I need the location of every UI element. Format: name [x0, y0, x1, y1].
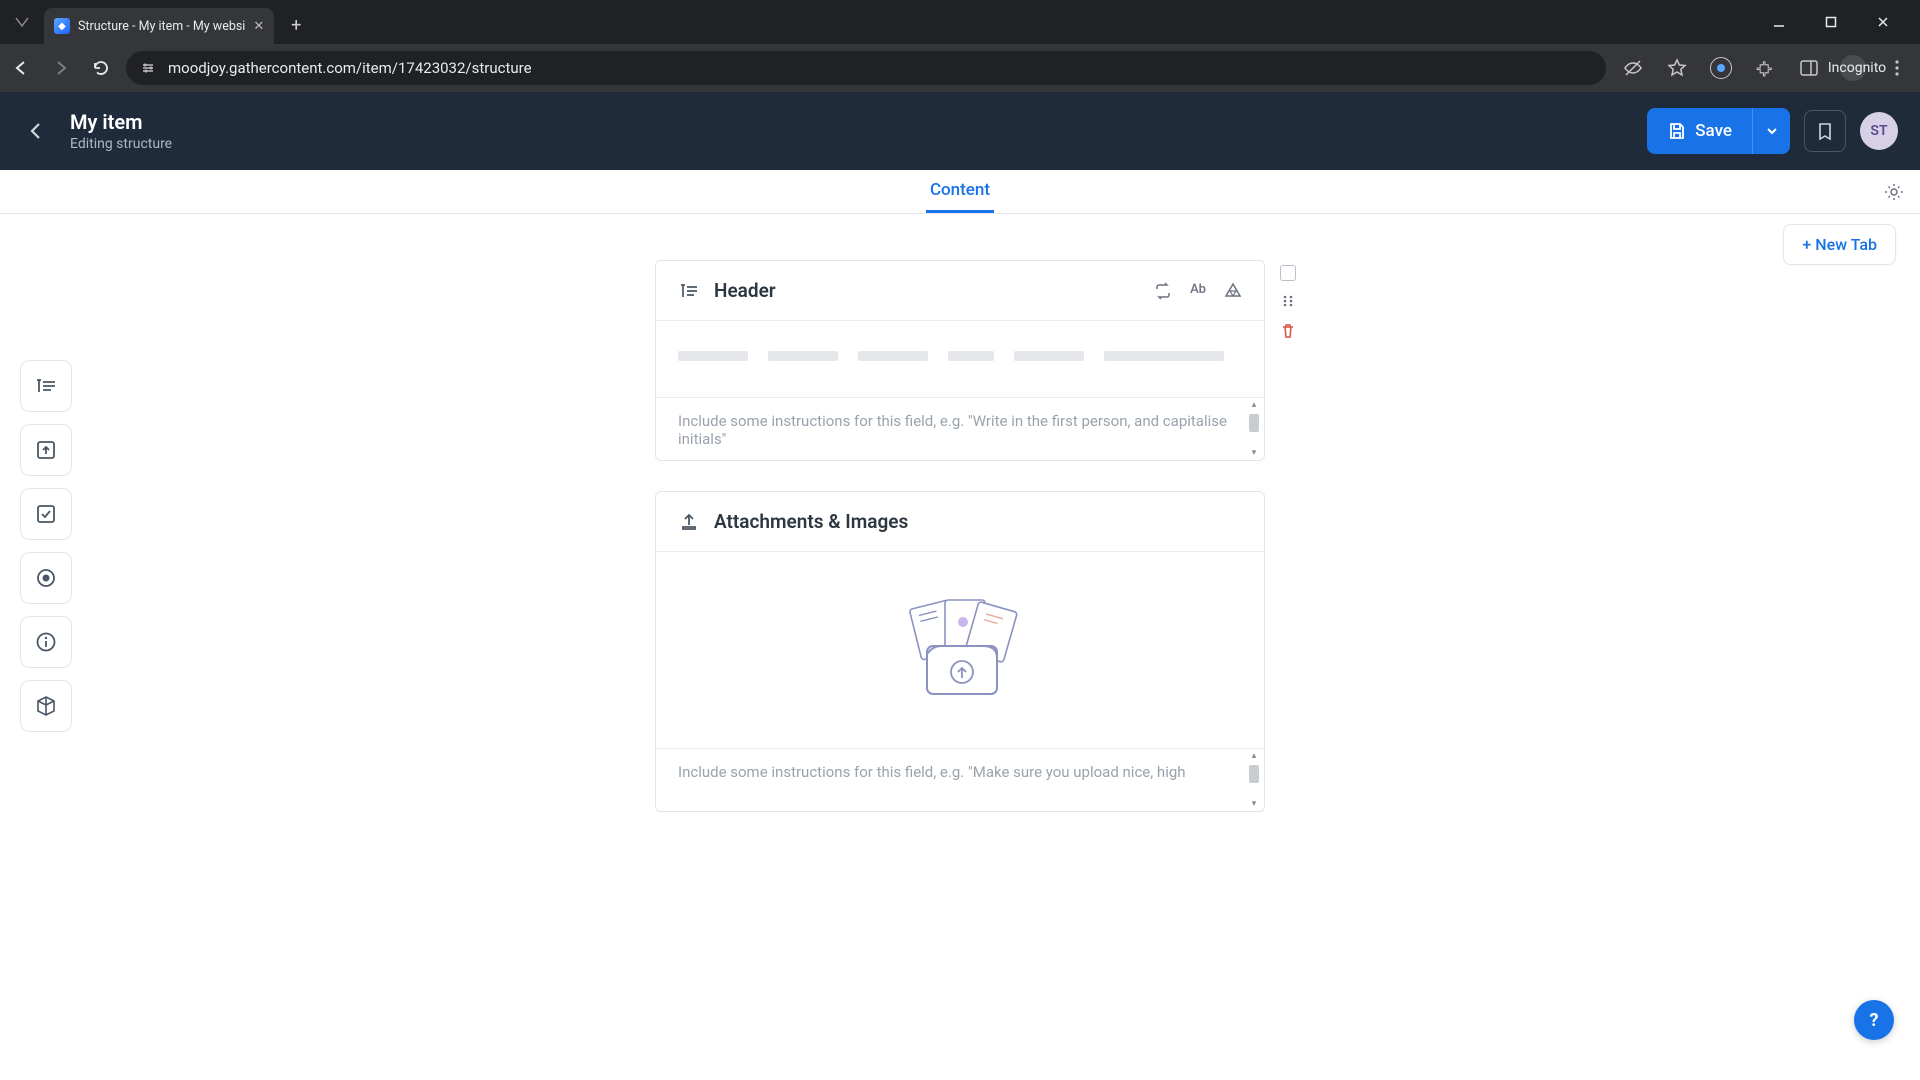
new-tab-button[interactable]: + New Tab: [1783, 224, 1896, 265]
bookmark-icon: [1815, 121, 1835, 141]
template-button[interactable]: [1804, 110, 1846, 152]
gear-icon: [1884, 182, 1904, 202]
drag-handle-icon[interactable]: [1278, 291, 1298, 311]
delete-field-button[interactable]: [1278, 321, 1298, 341]
browser-tab-active[interactable]: ◆ Structure - My item - My websi ✕: [44, 8, 274, 44]
incognito-label: Incognito: [1828, 60, 1886, 76]
field-card-header[interactable]: Header Ab ▴▾: [655, 260, 1265, 461]
site-settings-icon[interactable]: [140, 60, 156, 76]
tab-content-label: Content: [930, 180, 990, 200]
tab-close-icon[interactable]: ✕: [253, 19, 264, 34]
browser-menu-icon[interactable]: [1884, 55, 1910, 81]
field-label[interactable]: Header: [714, 279, 776, 302]
tab-settings-button[interactable]: [1884, 182, 1904, 202]
favicon-icon: ◆: [54, 18, 70, 34]
avatar-initials: ST: [1870, 123, 1887, 139]
instructions-input[interactable]: [656, 749, 1264, 807]
browser-window-drag: [8, 14, 36, 30]
textarea-scrollbar[interactable]: ▴▾: [1246, 751, 1262, 809]
field-content-placeholder: [656, 321, 1264, 397]
help-icon: ?: [1870, 1010, 1879, 1031]
browser-tab-title: Structure - My item - My websi: [78, 19, 245, 34]
tab-content[interactable]: Content: [926, 170, 994, 213]
upload-icon: [678, 511, 700, 533]
bookmark-star-icon[interactable]: [1664, 55, 1690, 81]
format-toggle[interactable]: Ab: [1190, 282, 1206, 300]
window-minimize-button[interactable]: [1764, 7, 1794, 37]
save-dropdown-button[interactable]: [1752, 108, 1790, 154]
repeatable-toggle-icon[interactable]: [1154, 282, 1172, 300]
new-browser-tab-button[interactable]: +: [282, 11, 310, 39]
help-button[interactable]: ?: [1854, 1000, 1894, 1040]
page-subtitle: Editing structure: [70, 136, 172, 152]
browser-forward-button: [50, 57, 72, 79]
field-select-checkbox[interactable]: [1280, 265, 1296, 281]
browser-back-button[interactable]: [10, 57, 32, 79]
field-card-attachments[interactable]: Attachments & Images: [655, 491, 1265, 812]
instructions-input[interactable]: [656, 398, 1264, 456]
extensions-icon[interactable]: [1752, 55, 1778, 81]
page-title: My item: [70, 110, 172, 134]
text-field-icon: [678, 280, 700, 302]
sidepanel-icon[interactable]: [1796, 55, 1822, 81]
new-tab-label: + New Tab: [1802, 235, 1877, 254]
window-close-button[interactable]: [1868, 7, 1898, 37]
chevron-down-icon: [1765, 124, 1779, 138]
textarea-scrollbar[interactable]: ▴▾: [1246, 400, 1262, 458]
profile-icon[interactable]: [1708, 55, 1734, 81]
field-settings-icon[interactable]: [1224, 282, 1242, 300]
browser-reload-button[interactable]: [90, 57, 112, 79]
user-avatar[interactable]: ST: [1860, 112, 1898, 150]
incognito-badge[interactable]: Incognito: [1840, 55, 1866, 81]
url-text: moodjoy.gathercontent.com/item/17423032/…: [168, 59, 532, 77]
address-bar[interactable]: moodjoy.gathercontent.com/item/17423032/…: [126, 51, 1606, 85]
save-button-label: Save: [1695, 121, 1732, 141]
field-label[interactable]: Attachments & Images: [714, 510, 908, 533]
save-icon: [1667, 121, 1687, 141]
save-button[interactable]: Save: [1647, 108, 1752, 154]
attachments-empty-illustration: [656, 552, 1264, 748]
window-maximize-button[interactable]: [1816, 7, 1846, 37]
eye-blocked-icon[interactable]: [1620, 55, 1646, 81]
back-button[interactable]: [22, 117, 50, 145]
